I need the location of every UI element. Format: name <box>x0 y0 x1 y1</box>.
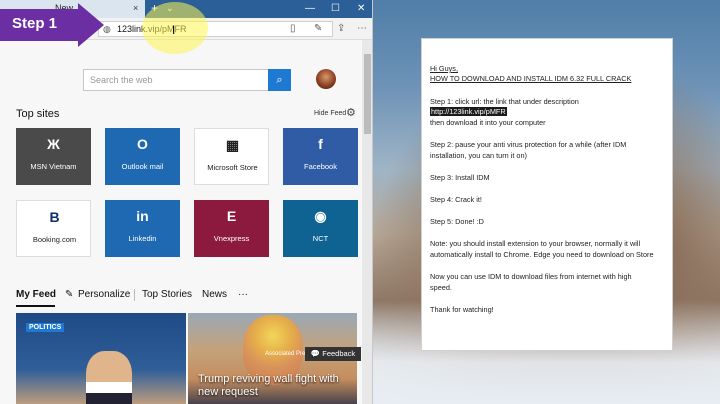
store-icon: ▦ <box>225 137 240 153</box>
instructions-panel: Hi Guys, HOW TO DOWNLOAD AND INSTALL IDM… <box>421 38 673 351</box>
gear-icon[interactable]: ⚙ <box>346 106 356 119</box>
tile-label: Facebook <box>304 162 337 171</box>
note-line: Step 4: Crack it! <box>430 195 482 204</box>
tile-facebook[interactable]: f Facebook <box>283 128 358 185</box>
active-tab-underline <box>16 305 55 307</box>
tile-linkedin[interactable]: in Linkedin <box>105 200 180 257</box>
note-line: speed. <box>430 283 452 292</box>
tile-outlook-mail[interactable]: O Outlook mail <box>105 128 180 185</box>
note-line: Step 1: click url: the link that under d… <box>430 97 579 106</box>
feedback-label: Feedback <box>322 349 356 358</box>
outlook-icon: O <box>137 136 148 152</box>
note-link[interactable]: http://123link.vip/pMFR <box>430 107 507 116</box>
share-icon[interactable]: ⇪ <box>337 23 345 34</box>
note-heading: HOW TO DOWNLOAD AND INSTALL IDM 6.32 FUL… <box>430 74 632 83</box>
linkedin-icon: in <box>136 208 149 224</box>
facebook-icon: f <box>318 136 323 152</box>
search-box[interactable]: Search the web ⌕ <box>83 69 291 91</box>
tab-close-icon[interactable]: × <box>133 3 138 13</box>
minimize-icon[interactable]: — <box>305 3 315 14</box>
tile-label: MSN Vietnam <box>30 162 77 171</box>
booking-icon: B <box>49 209 60 225</box>
personalize-link[interactable]: Personalize <box>78 289 130 300</box>
tile-booking[interactable]: B Booking.com <box>16 200 91 257</box>
msn-icon: Ж <box>47 136 60 152</box>
note-line: Step 2: pause your anti virus protection… <box>430 140 627 149</box>
top-sites-title: Top sites <box>16 108 60 120</box>
more-icon[interactable]: ⋯ <box>357 23 367 34</box>
tile-label: NCT <box>312 234 329 243</box>
search-icon[interactable]: ⌕ <box>268 69 291 91</box>
politics-badge: POLITICS <box>26 323 65 332</box>
address-bar[interactable]: ◍ 123link.vip/pMFR <box>98 21 333 37</box>
text-cursor-icon: I <box>172 23 176 37</box>
scrollbar[interactable] <box>362 40 372 404</box>
vnexpress-icon: E <box>226 208 237 224</box>
globe-icon: ◍ <box>103 24 111 34</box>
note-line: installation, you can turn it on) <box>430 151 527 160</box>
tile-nct[interactable]: ◉ NCT <box>283 200 358 257</box>
note-line: Step 5: Done! :D <box>430 217 484 226</box>
tile-label: Linkedin <box>128 234 157 243</box>
nct-icon: ◉ <box>314 208 327 224</box>
browser-window: New × + ⌄ — ☐ ✕ ◍ 123link.vip/pMFR ▯ ✎ ⇪… <box>0 0 373 404</box>
tile-label: Microsoft Store <box>207 163 258 172</box>
pencil-icon[interactable]: ✎ <box>65 289 73 300</box>
more-tabs-icon[interactable]: ··· <box>238 289 248 300</box>
tile-label: Outlook mail <box>121 162 164 171</box>
pen-icon[interactable]: ✎ <box>314 23 322 34</box>
tab-news[interactable]: News <box>202 289 227 300</box>
tile-msn-vietnam[interactable]: Ж MSN Vietnam <box>16 128 91 185</box>
note-line: automatically install to Chrome. Edge yo… <box>430 250 654 259</box>
note-line: then download it into your computer <box>430 118 546 127</box>
note-line: Thank for watching! <box>430 305 494 314</box>
close-window-icon[interactable]: ✕ <box>357 3 365 14</box>
feedback-button[interactable]: 💬 Feedback <box>305 347 361 361</box>
tile-label: Vnexpress <box>213 234 250 243</box>
note-line: Step 3: Install IDM <box>430 173 490 182</box>
news-photo <box>86 351 132 404</box>
note-line: Now you can use IDM to download files fr… <box>430 272 632 281</box>
tile-vnexpress[interactable]: E Vnexpress <box>194 200 269 257</box>
step-arrow-icon <box>78 3 104 47</box>
maximize-icon[interactable]: ☐ <box>331 3 340 14</box>
feed-divider <box>134 289 135 301</box>
reading-view-icon[interactable]: ▯ <box>290 23 296 34</box>
hide-feed-link[interactable]: Hide Feed <box>314 110 346 117</box>
tile-label: Booking.com <box>32 235 77 244</box>
tab-my-feed[interactable]: My Feed <box>16 289 56 300</box>
search-placeholder: Search the web <box>90 75 153 85</box>
tab-top-stories[interactable]: Top Stories <box>142 289 192 300</box>
feed-nav: My Feed ✎ Personalize Top Stories News ·… <box>16 289 356 307</box>
news-headline: Trump reviving wall fight with new reque… <box>198 373 339 398</box>
scroll-thumb[interactable] <box>364 54 371 134</box>
step-badge: Step 1 <box>0 3 104 47</box>
note-greeting: Hi Guys, <box>430 64 458 73</box>
tile-microsoft-store[interactable]: ▦ Microsoft Store <box>194 128 269 185</box>
avatar[interactable] <box>316 69 336 89</box>
news-card-politics[interactable]: POLITICS <box>16 313 186 404</box>
step-label: Step 1 <box>12 15 58 32</box>
note-line: Note: you should install extension to yo… <box>430 239 641 248</box>
